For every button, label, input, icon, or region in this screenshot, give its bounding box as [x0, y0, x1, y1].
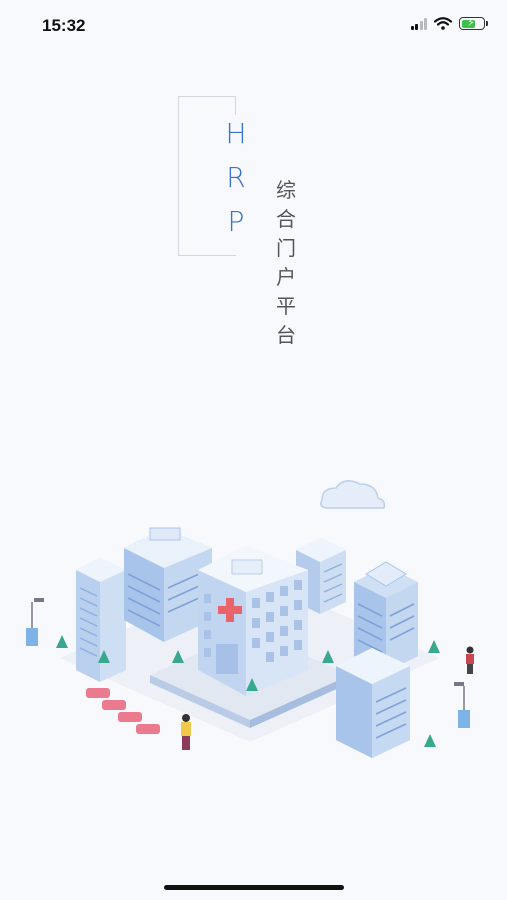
subtitle-char: 平: [276, 294, 296, 318]
hospital-building: [198, 546, 308, 696]
brand-letter: P: [227, 205, 245, 238]
cloud-icon: [319, 480, 386, 509]
status-bar: 15:32 ⚡: [0, 0, 507, 52]
subtitle-char: 门: [276, 236, 296, 260]
status-time: 15:32: [42, 16, 86, 35]
building-front-right: [336, 648, 410, 758]
subtitle-char: 综: [276, 178, 296, 202]
status-icons: ⚡: [410, 17, 488, 30]
wifi-icon: [434, 17, 452, 30]
building-left-tall: [76, 558, 126, 682]
home-indicator[interactable]: [164, 885, 344, 890]
subtitle-char: 户: [276, 265, 296, 289]
battery-icon: ⚡: [459, 17, 488, 30]
brand-title: H R P: [222, 112, 250, 244]
brand-letter: H: [225, 117, 247, 150]
subtitle-char: 台: [276, 323, 296, 347]
cellular-signal-icon: [410, 17, 427, 30]
hospital-city-illustration: [26, 480, 474, 758]
brand-letter: R: [226, 161, 246, 194]
subtitle: 综 合 门 户 平 台: [272, 176, 300, 350]
subtitle-char: 合: [276, 207, 296, 231]
